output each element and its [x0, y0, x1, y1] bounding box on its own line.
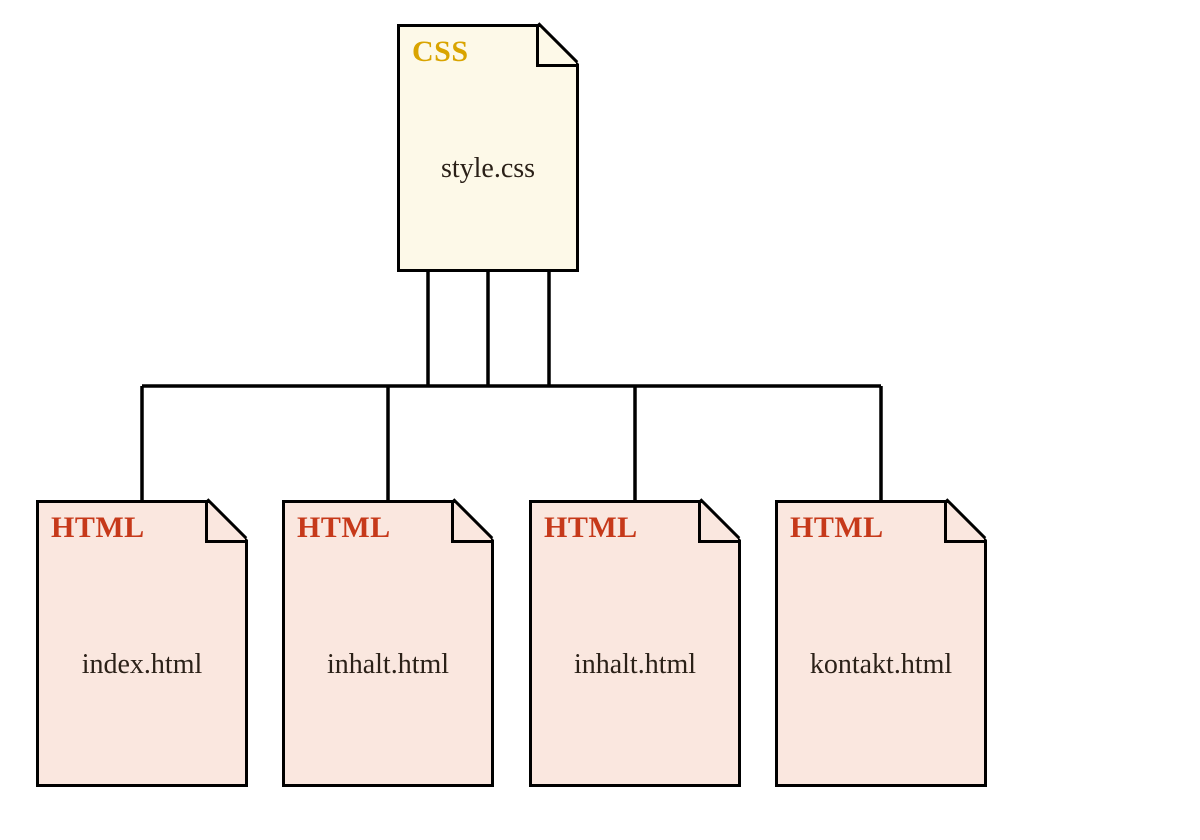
html-file-4: HTML kontakt.html	[775, 500, 987, 787]
file-fold-icon	[205, 500, 248, 543]
file-type-label: HTML	[790, 511, 884, 545]
html-file-3: HTML inhalt.html	[529, 500, 741, 787]
file-fold-icon	[944, 500, 987, 543]
file-name-label: kontakt.html	[778, 649, 984, 681]
html-file-1: HTML index.html	[36, 500, 248, 787]
file-type-label: HTML	[544, 511, 638, 545]
file-fold-icon	[451, 500, 494, 543]
file-name-label: inhalt.html	[285, 649, 491, 681]
file-type-label: HTML	[297, 511, 391, 545]
file-name-label: index.html	[39, 649, 245, 681]
file-type-label: CSS	[412, 35, 469, 69]
diagram-canvas: CSS style.css HTML index.html HTML inhal…	[0, 0, 1200, 840]
html-file-2: HTML inhalt.html	[282, 500, 494, 787]
file-fold-icon	[536, 24, 579, 67]
file-type-label: HTML	[51, 511, 145, 545]
css-file: CSS style.css	[397, 24, 579, 272]
file-name-label: style.css	[400, 153, 576, 185]
file-fold-icon	[698, 500, 741, 543]
file-name-label: inhalt.html	[532, 649, 738, 681]
